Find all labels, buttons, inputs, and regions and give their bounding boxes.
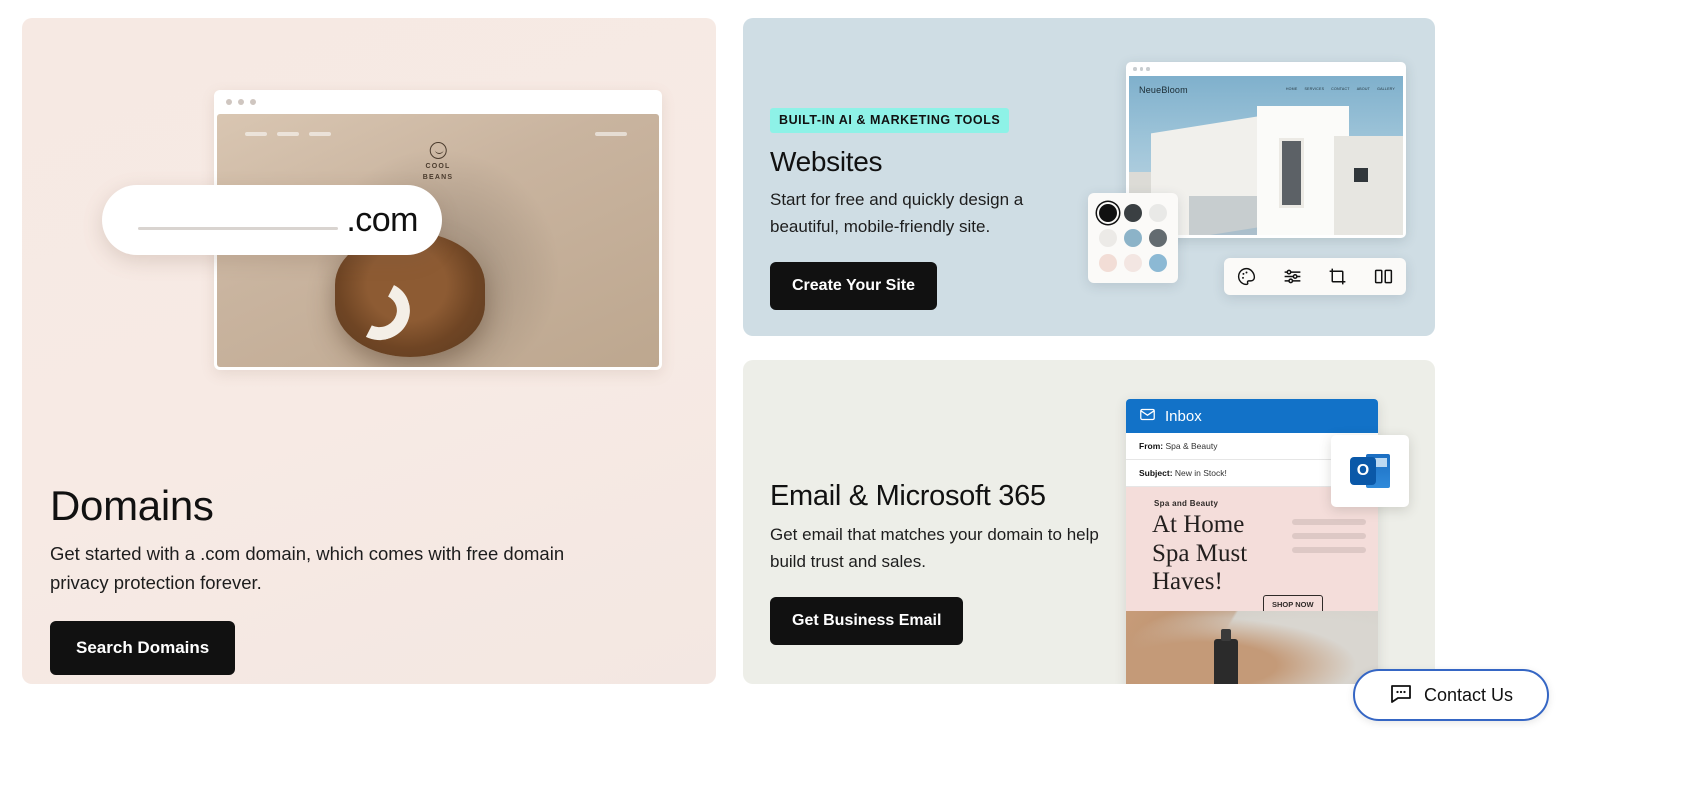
subject-value: New in Stock! xyxy=(1174,468,1227,478)
smiley-face-icon xyxy=(429,142,447,159)
email-promo-body: Spa and Beauty At Home Spa Must Haves! S… xyxy=(1126,487,1378,684)
create-your-site-button[interactable]: Create Your Site xyxy=(770,261,938,310)
brand-line-1: COOL xyxy=(425,163,451,170)
color-swatch[interactable] xyxy=(1123,228,1142,247)
color-swatch[interactable] xyxy=(1149,203,1168,222)
mail-envelope-icon xyxy=(1139,406,1156,427)
preview-nav-item: GALLERY xyxy=(1377,87,1395,91)
layout-icon[interactable] xyxy=(1373,266,1394,287)
coffee-brand-logo: COOL BEANS xyxy=(423,142,454,183)
color-swatch[interactable] xyxy=(1149,254,1168,273)
preview-nav: HOME SERVICES CONTACT ABOUT GALLERY xyxy=(1286,87,1395,91)
browser-titlebar xyxy=(214,90,662,114)
outlook-o xyxy=(1350,457,1376,485)
color-swatch[interactable] xyxy=(1098,228,1117,247)
preview-nav-item: SERVICES xyxy=(1304,87,1325,91)
brand-line-2: BEANS xyxy=(422,173,454,181)
nav-placeholder-line xyxy=(595,132,627,136)
search-domains-button[interactable]: Search Domains xyxy=(50,621,236,676)
window-shape xyxy=(1354,168,1368,182)
subject-label: Subject: xyxy=(1139,468,1173,478)
promo-photo xyxy=(1126,611,1378,684)
color-swatch[interactable] xyxy=(1123,203,1142,222)
inbox-label: Inbox xyxy=(1165,407,1202,425)
color-swatch[interactable] xyxy=(1149,228,1168,247)
palette-icon[interactable] xyxy=(1236,266,1257,287)
domains-illustration: COOL BEANS .com xyxy=(102,90,696,390)
contact-us-label: Contact Us xyxy=(1423,684,1514,705)
nav-placeholder-line xyxy=(309,132,331,136)
domains-title: Domains xyxy=(50,482,214,529)
window-dot-icon xyxy=(250,99,256,105)
window-dot-icon xyxy=(226,99,232,105)
chat-bubble-icon xyxy=(1389,681,1413,710)
email-description: Get email that matches your domain to he… xyxy=(770,525,1099,571)
color-swatch[interactable] xyxy=(1098,203,1117,222)
domains-description: Get started with a .com domain, which co… xyxy=(50,543,565,594)
window-dot-icon xyxy=(1139,67,1143,71)
outlook-icon xyxy=(1350,454,1390,488)
doorway-shape xyxy=(1279,138,1304,208)
email-title: Email & Microsoft 365 xyxy=(770,480,1046,512)
websites-card[interactable]: BUILT-IN AI & MARKETING TOOLS Websites S… xyxy=(743,18,1435,336)
websites-text-block: BUILT-IN AI & MARKETING TOOLS Websites S… xyxy=(770,108,1080,310)
promo-kicker: Spa and Beauty xyxy=(1154,499,1219,508)
window-dot-icon xyxy=(1133,67,1137,71)
preview-nav-item: CONTACT xyxy=(1331,87,1350,91)
color-swatch[interactable] xyxy=(1098,254,1117,273)
nav-placeholder-line xyxy=(277,132,299,136)
promo-heading: At Home Spa Must Haves! xyxy=(1152,511,1248,595)
domain-search-pill[interactable]: .com xyxy=(102,185,442,255)
websites-badge: BUILT-IN AI & MARKETING TOOLS xyxy=(770,108,1010,133)
domains-text-block: Domains Get started with a .com domain, … xyxy=(50,482,570,676)
product-bottle xyxy=(1214,629,1238,684)
crop-icon[interactable] xyxy=(1327,266,1348,287)
nav-placeholder-line xyxy=(245,132,267,136)
promo-cards-page: COOL BEANS .com Domains Get started with… xyxy=(0,0,1695,793)
preview-site-logo: NeueBloom xyxy=(1139,85,1188,95)
promo-text-placeholder xyxy=(1292,519,1366,553)
color-swatch-picker[interactable] xyxy=(1088,193,1178,283)
from-label: From: xyxy=(1139,441,1164,451)
email-card[interactable]: Email & Microsoft 365 Get email that mat… xyxy=(743,360,1435,684)
inbox-header: Inbox xyxy=(1126,399,1378,433)
building-shape xyxy=(1334,136,1403,235)
color-swatch[interactable] xyxy=(1123,254,1142,273)
window-dot-icon xyxy=(238,99,244,105)
domains-card[interactable]: COOL BEANS .com Domains Get started with… xyxy=(22,18,716,684)
input-underline xyxy=(138,227,338,230)
email-text-block: Email & Microsoft 365 Get email that mat… xyxy=(770,480,1100,645)
sliders-icon[interactable] xyxy=(1282,266,1303,287)
outlook-badge xyxy=(1331,435,1409,507)
from-value: Spa & Beauty xyxy=(1165,441,1218,451)
contact-us-button[interactable]: Contact Us xyxy=(1353,669,1549,721)
tld-suffix: .com xyxy=(346,200,418,239)
editor-toolbar[interactable] xyxy=(1224,258,1406,295)
placeholder-line xyxy=(1292,519,1366,525)
preview-nav-item: ABOUT xyxy=(1356,87,1371,91)
websites-description: Start for free and quickly design a beau… xyxy=(770,190,1024,236)
placeholder-line xyxy=(1292,533,1366,539)
websites-title: Websites xyxy=(770,146,883,177)
placeholder-line xyxy=(1292,547,1366,553)
preview-titlebar xyxy=(1126,62,1406,76)
window-dot-icon xyxy=(1146,67,1150,71)
preview-nav-item: HOME xyxy=(1285,87,1298,91)
get-business-email-button[interactable]: Get Business Email xyxy=(770,596,964,645)
